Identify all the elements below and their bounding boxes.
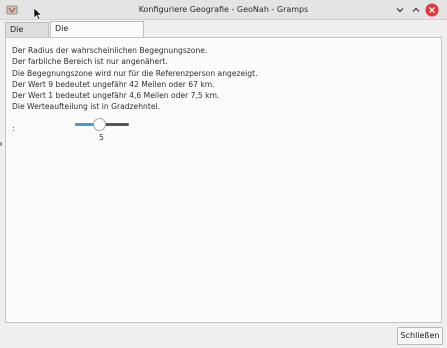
maximize-chevron-icon[interactable] bbox=[410, 4, 422, 16]
description-line: Der Wert 9 bedeutet ungefähr 42 Meilen o… bbox=[12, 79, 215, 89]
dialog-window: Konfiguriere Geografie - GeoNah - Gramps… bbox=[0, 0, 447, 348]
tab-bar: Die Karte Die Auswahlparameter bbox=[5, 21, 442, 48]
description-line: Die Begegnungszone wird nur für die Refe… bbox=[12, 68, 258, 78]
tab-die-auswahlparameter[interactable]: Die Auswahlparameter bbox=[50, 21, 144, 47]
tab-content-panel: Der Radius der wahrscheinlichen Begegnun… bbox=[5, 37, 442, 323]
description-line: Der Wert 1 bedeutet ungefähr 4,6 Meilen … bbox=[12, 91, 220, 101]
window-title: Konfiguriere Geografie - GeoNah - Gramps bbox=[138, 5, 309, 14]
description-line: Die Werteaufteilung ist in Gradzehntel. bbox=[12, 102, 161, 112]
close-window-icon[interactable] bbox=[425, 3, 439, 17]
minimize-chevron-icon[interactable] bbox=[394, 4, 406, 16]
slider-handle[interactable] bbox=[92, 118, 106, 131]
slider-label: : bbox=[12, 124, 15, 133]
description-line: Der farbliche Bereich ist nur angenähert… bbox=[12, 57, 168, 67]
tab-die-karte[interactable]: Die Karte bbox=[5, 22, 49, 48]
resize-edge[interactable] bbox=[0, 142, 2, 146]
description-line: Der Radius der wahrscheinlichen Begegnun… bbox=[12, 46, 208, 55]
description-text: Der Radius der wahrscheinlichen Begegnun… bbox=[12, 45, 257, 113]
title-bar[interactable]: Konfiguriere Geografie - GeoNah - Gramps bbox=[0, 0, 447, 20]
close-button[interactable]: Schließen bbox=[397, 327, 443, 345]
slider-value: 5 bbox=[99, 133, 104, 142]
radius-slider[interactable] bbox=[75, 118, 129, 132]
